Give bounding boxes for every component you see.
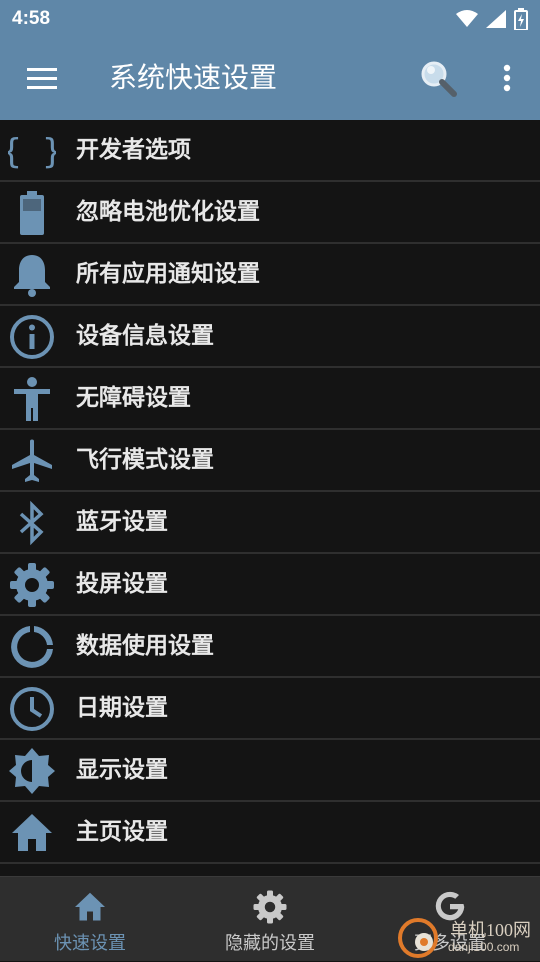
item-label: 显示设置 <box>76 757 168 783</box>
list-item-display[interactable]: 显示设置 <box>0 740 540 802</box>
app-bar: 系统快速设置 <box>0 38 540 120</box>
clock-icon <box>10 687 54 731</box>
settings-list: { } 开发者选项 忽略电池优化设置 所有应用通知设置 设备信息设置 无障 <box>0 120 540 864</box>
watermark-url: danji100.com <box>448 940 520 954</box>
gear-icon <box>10 563 54 607</box>
item-label: 所有应用通知设置 <box>76 261 260 287</box>
info-icon <box>10 315 54 359</box>
battery-charging-icon <box>514 8 528 30</box>
item-label: 数据使用设置 <box>76 633 214 659</box>
battery-icon <box>20 191 44 235</box>
status-bar: 4:58 <box>0 0 540 38</box>
nav-label: 隐藏的设置 <box>225 933 315 954</box>
bluetooth-icon <box>19 500 44 546</box>
wifi-icon <box>456 10 478 27</box>
accessibility-icon <box>14 377 50 421</box>
list-item-accessibility[interactable]: 无障碍设置 <box>0 368 540 430</box>
watermark-text: 单机100网 <box>450 920 531 940</box>
svg-text:{ }: { } <box>8 132 56 172</box>
braces-icon: { } <box>8 132 56 172</box>
list-item-notifications[interactable]: 所有应用通知设置 <box>0 244 540 306</box>
list-item-cast[interactable]: 投屏设置 <box>0 554 540 616</box>
item-label: 日期设置 <box>76 695 168 721</box>
home-icon <box>75 892 105 921</box>
status-time: 4:58 <box>12 8 51 29</box>
item-label: 蓝牙设置 <box>76 509 168 535</box>
status-icons <box>456 8 528 30</box>
home-icon <box>12 814 52 851</box>
item-label: 开发者选项 <box>76 137 191 163</box>
list-item-bluetooth[interactable]: 蓝牙设置 <box>0 492 540 554</box>
item-label: 设备信息设置 <box>76 323 214 349</box>
data-usage-icon <box>11 626 54 668</box>
menu-icon[interactable] <box>24 60 60 96</box>
watermark-logo-icon <box>398 918 438 958</box>
list-item-airplane-mode[interactable]: 飞行模式设置 <box>0 430 540 492</box>
more-vert-icon[interactable] <box>496 60 518 96</box>
item-label: 无障碍设置 <box>76 385 191 411</box>
list-item-device-info[interactable]: 设备信息设置 <box>0 306 540 368</box>
brightness-icon <box>9 748 55 794</box>
watermark: 单机100网 danji100.com <box>388 912 540 960</box>
nav-quick-settings[interactable]: 快速设置 <box>0 877 180 961</box>
item-label: 投屏设置 <box>76 571 168 597</box>
item-label: 忽略电池优化设置 <box>76 199 260 225</box>
list-item-battery-optimization[interactable]: 忽略电池优化设置 <box>0 182 540 244</box>
airplane-icon <box>12 439 52 482</box>
nav-label: 快速设置 <box>54 933 126 954</box>
nav-hidden-settings[interactable]: 隐藏的设置 <box>180 877 360 961</box>
item-label: 飞行模式设置 <box>76 447 214 473</box>
item-label: 主页设置 <box>76 819 168 845</box>
search-icon[interactable] <box>418 58 458 98</box>
list-item-data-usage[interactable]: 数据使用设置 <box>0 616 540 678</box>
gear-icon <box>253 890 287 924</box>
list-item-developer-options[interactable]: { } 开发者选项 <box>0 120 540 182</box>
app-title: 系统快速设置 <box>109 61 278 94</box>
signal-icon <box>486 10 506 28</box>
list-item-home[interactable]: 主页设置 <box>0 802 540 864</box>
bell-icon <box>14 255 50 297</box>
list-item-date[interactable]: 日期设置 <box>0 678 540 740</box>
